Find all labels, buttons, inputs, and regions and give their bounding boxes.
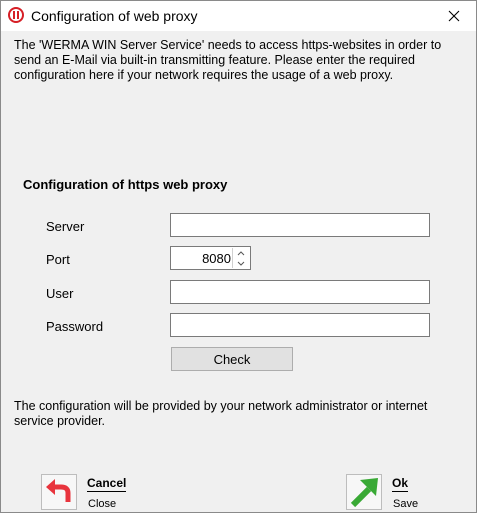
close-button[interactable]: [432, 1, 476, 31]
password-label: Password: [46, 319, 104, 334]
proxy-section-heading: Configuration of https web proxy: [23, 177, 228, 192]
action-bar: Cancel Close Ok Save: [1, 451, 476, 512]
chevron-up-icon: [237, 250, 245, 255]
ok-button[interactable]: Ok: [392, 476, 409, 492]
ok-icon-button[interactable]: [346, 474, 382, 510]
user-label: User: [46, 286, 74, 301]
arrow-up-right-icon: [350, 478, 378, 508]
intro-text: The 'WERMA WIN Server Service' needs to …: [14, 38, 442, 82]
chevron-down-icon: [237, 261, 245, 266]
cancel-subtitle: Close: [88, 498, 117, 510]
port-increment-button[interactable]: [233, 248, 249, 258]
werma-logo-icon: [8, 7, 24, 23]
cancel-icon-button[interactable]: [41, 474, 77, 510]
dialog-body: [1, 31, 476, 451]
title-bar: Configuration of web proxy: [1, 1, 476, 31]
port-value: 8080: [202, 251, 231, 266]
ok-subtitle: Save: [393, 498, 419, 510]
server-label: Server: [46, 219, 85, 234]
port-decrement-button[interactable]: [233, 258, 249, 268]
undo-arrow-icon: [46, 479, 71, 502]
port-label: Port: [46, 252, 70, 267]
port-spinner: [232, 248, 249, 268]
user-input[interactable]: [170, 280, 430, 304]
check-button[interactable]: Check: [171, 347, 293, 371]
cancel-button[interactable]: Cancel: [87, 476, 127, 492]
window-title: Configuration of web proxy: [31, 8, 198, 24]
close-icon: [448, 10, 460, 22]
config-note: The configuration will be provided by yo…: [14, 399, 428, 428]
port-stepper[interactable]: 8080: [170, 246, 251, 270]
server-input[interactable]: [170, 213, 430, 237]
proxy-config-dialog: Configuration of web proxy The 'WERMA WI…: [0, 0, 477, 513]
password-input[interactable]: [170, 313, 430, 337]
